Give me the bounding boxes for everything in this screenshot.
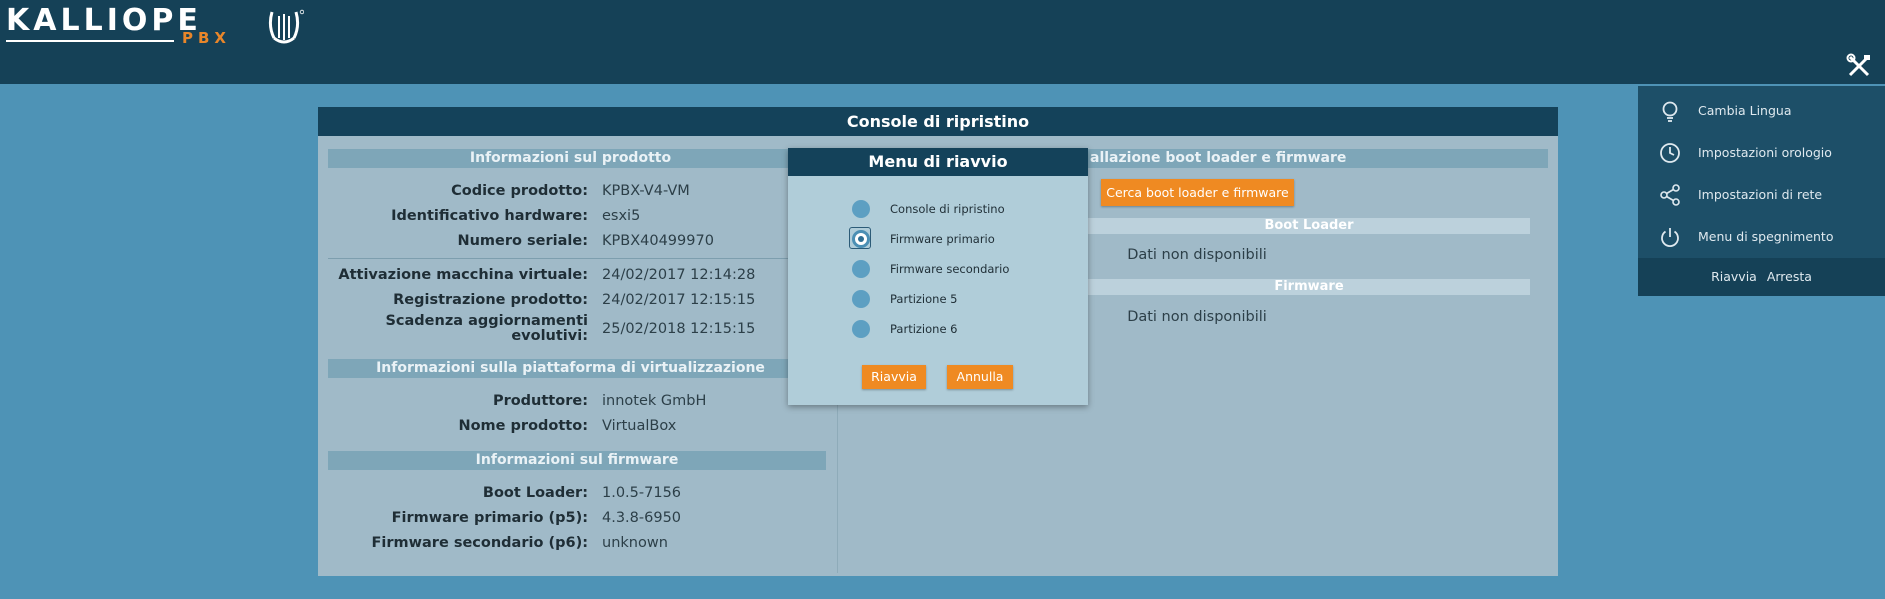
row-label: Registrazione prodotto: xyxy=(393,292,588,308)
menu-footer: Riavvia Arresta xyxy=(1638,258,1885,296)
menu-item-change-language[interactable]: Cambia Lingua xyxy=(1638,90,1885,132)
row-label: Codice prodotto: xyxy=(451,183,588,199)
row-value: 1.0.5-7156 xyxy=(602,485,682,501)
row-value: 25/02/2018 12:15:15 xyxy=(602,321,756,337)
option-label: Console di ripristino xyxy=(890,202,1005,216)
menu-item-shutdown-menu[interactable]: Menu di spegnimento xyxy=(1638,216,1885,258)
footer-restart-link[interactable]: Riavvia xyxy=(1711,269,1757,284)
top-bar: KALLIOPE PBX xyxy=(0,0,1885,84)
row-value: 24/02/2017 12:15:15 xyxy=(602,292,756,308)
menu-item-label: Menu di spegnimento xyxy=(1698,229,1834,244)
install-section-title-text: allazione boot loader e firmware xyxy=(1090,150,1347,166)
row-value: 24/02/2017 12:14:28 xyxy=(602,267,756,283)
divider xyxy=(328,258,813,259)
row-label: Attivazione macchina virtuale: xyxy=(338,267,588,283)
row-value: innotek GmbH xyxy=(602,393,707,409)
harp-icon xyxy=(268,9,304,44)
restart-menu-title: Menu di riavvio xyxy=(788,148,1088,176)
row-value: KPBX40499970 xyxy=(602,233,714,249)
menu-item-label: Impostazioni orologio xyxy=(1698,145,1832,160)
menu-item-clock-settings[interactable]: Impostazioni orologio xyxy=(1638,132,1885,174)
clock-icon xyxy=(1660,143,1680,163)
bulb-icon xyxy=(1662,101,1678,122)
menu-item-label: Cambia Lingua xyxy=(1698,103,1792,118)
row-label: Identificativo hardware: xyxy=(391,208,588,224)
row-label: Numero seriale: xyxy=(457,233,588,249)
option-label: Firmware secondario xyxy=(890,262,1010,276)
logo-underline xyxy=(6,40,174,42)
option-label: Partizione 6 xyxy=(890,322,958,336)
menu-item-network-settings[interactable]: Impostazioni di rete xyxy=(1638,174,1885,216)
restart-button[interactable]: Riavvia xyxy=(862,365,926,389)
cancel-button[interactable]: Annulla xyxy=(947,365,1013,389)
firmware-info-section-title: Informazioni sul firmware xyxy=(328,451,826,470)
row-value: KPBX-V4-VM xyxy=(602,183,690,199)
option-label: Partizione 5 xyxy=(890,292,958,306)
settings-dropdown-menu: Cambia Lingua Impostazioni orologio Impo… xyxy=(1638,86,1885,296)
footer-stop-link[interactable]: Arresta xyxy=(1767,269,1812,284)
firmware-status: Dati non disponibili xyxy=(1127,309,1267,325)
radio-button[interactable] xyxy=(852,320,870,338)
bootloader-status: Dati non disponibili xyxy=(1127,247,1267,263)
restart-menu-dialog: Menu di riavvio Console di ripristino Fi… xyxy=(788,148,1088,405)
radio-button[interactable] xyxy=(852,290,870,308)
product-info-section-title: Informazioni sul prodotto xyxy=(328,149,813,168)
row-label: Scadenza aggiornamenti evolutivi: xyxy=(385,313,588,344)
menu-item-label: Impostazioni di rete xyxy=(1698,187,1823,202)
row-label: Firmware primario (p5): xyxy=(391,510,588,526)
install-section-title: allazione boot loader e firmware xyxy=(1088,149,1548,168)
radio-button[interactable] xyxy=(852,260,870,278)
row-value: unknown xyxy=(602,535,668,551)
row-label: Produttore: xyxy=(492,393,588,409)
kalliope-logo: KALLIOPE PBX xyxy=(6,4,306,50)
row-value: 4.3.8-6950 xyxy=(602,510,682,526)
share-icon xyxy=(1660,184,1680,206)
find-bootloader-firmware-button[interactable]: Cerca boot loader e firmware xyxy=(1101,179,1294,206)
row-value: VirtualBox xyxy=(602,418,677,434)
option-label: Firmware primario xyxy=(890,232,995,246)
logo-word: KALLIOPE xyxy=(6,3,202,38)
tools-icon[interactable] xyxy=(1846,53,1872,79)
virtualization-section-title: Informazioni sulla piattaforma di virtua… xyxy=(328,359,813,378)
console-title: Console di ripristino xyxy=(318,107,1558,136)
row-label: Boot Loader: xyxy=(482,485,588,501)
row-label: Firmware secondario (p6): xyxy=(371,535,588,551)
bootloader-subsection-title: Boot Loader xyxy=(1088,218,1530,234)
radio-button-selected[interactable] xyxy=(852,230,870,248)
firmware-subsection-title: Firmware xyxy=(1088,279,1530,295)
power-icon xyxy=(1661,228,1679,248)
row-value: esxi5 xyxy=(602,208,641,224)
row-label: Nome prodotto: xyxy=(458,418,588,434)
logo-sub: PBX xyxy=(182,29,231,47)
radio-button[interactable] xyxy=(852,200,870,218)
